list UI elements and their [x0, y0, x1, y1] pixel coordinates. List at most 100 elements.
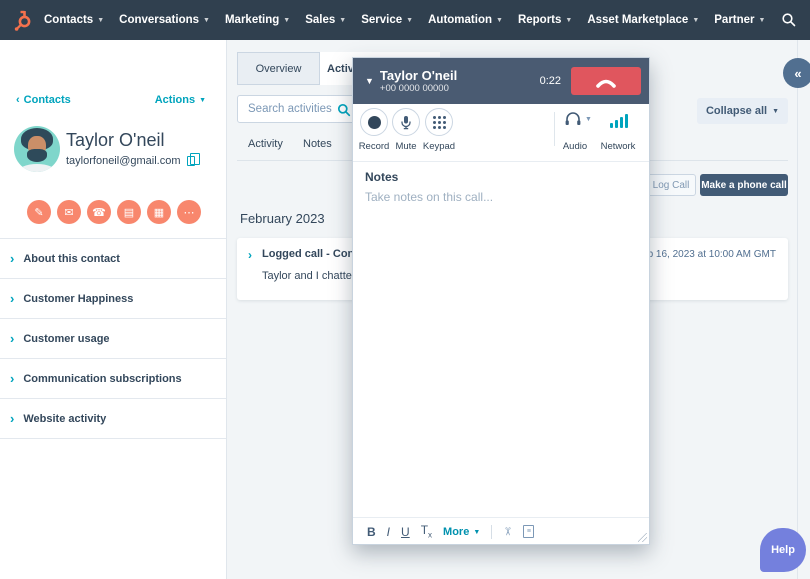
mute-button[interactable] [392, 108, 420, 136]
keypad-icon [433, 116, 436, 119]
clear-formatting-t: T [421, 523, 428, 537]
nav-item-label: Asset Marketplace [587, 14, 688, 26]
caret-down-icon: ▼ [759, 17, 766, 24]
toolbar-divider [491, 525, 492, 539]
caret-down-icon: ▼ [473, 529, 480, 536]
call-widget: ▼ Taylor O'neil +00 0000 00000 0:22 Reco… [352, 57, 650, 545]
call-contact-name: Taylor O'neil [380, 68, 457, 84]
subtab-activity[interactable]: Activity [248, 138, 283, 150]
call-phone-number: +00 0000 00000 [380, 83, 457, 94]
underline-button[interactable]: U [401, 525, 410, 539]
keypad-button[interactable] [425, 108, 453, 136]
italic-button[interactable]: I [387, 525, 390, 539]
nav-item-label: Sales [305, 14, 335, 26]
help-button[interactable]: Help [760, 528, 806, 572]
audio-label: Audio [555, 141, 595, 152]
nav-item-sales[interactable]: Sales▼ [305, 14, 346, 26]
note-icon: ✎ [34, 206, 43, 219]
copy-icon[interactable] [187, 156, 195, 166]
note-button[interactable]: ✎ [27, 200, 51, 224]
section-customer-usage[interactable]: › Customer usage [0, 319, 226, 359]
mute-label: Mute [393, 141, 419, 152]
section-label: Website activity [23, 413, 106, 425]
contact-sidebar: ‹ Contacts Actions ▼ Taylor O'neil taylo… [0, 40, 227, 579]
caret-down-icon[interactable]: ▼ [585, 116, 592, 123]
search-icon[interactable] [337, 103, 351, 122]
network-label: Network [594, 141, 642, 152]
caret-down-icon: ▼ [496, 17, 503, 24]
call-icon: ☎ [92, 206, 106, 219]
contact-name: Taylor O'neil [66, 130, 164, 151]
meeting-button[interactable]: ▦ [147, 200, 171, 224]
log-call-button[interactable]: Log Call [646, 174, 696, 196]
chevron-right-icon: › [10, 292, 14, 305]
contact-avatar [14, 126, 60, 172]
resize-handle[interactable] [638, 533, 647, 542]
more-label: More [443, 526, 469, 538]
snippet-icon[interactable]: ✂ [501, 527, 514, 536]
tab-overview[interactable]: Overview [237, 52, 320, 85]
hang-up-phone-icon [593, 75, 619, 88]
nav-item-asset-marketplace[interactable]: Asset Marketplace ▼ [587, 14, 699, 26]
section-communication-subscriptions[interactable]: › Communication subscriptions [0, 359, 226, 399]
caret-down-icon: ▼ [692, 17, 699, 24]
more-actions-button[interactable]: ⋯ [177, 200, 201, 224]
audio-device-button[interactable] [564, 111, 582, 132]
email-button[interactable]: ✉ [57, 200, 81, 224]
nav-item-label: Partner [714, 14, 754, 26]
contact-email: taylorfoneil@gmail.com [66, 155, 181, 167]
nav-item-service[interactable]: Service▼ [361, 14, 413, 26]
section-label: Communication subscriptions [23, 373, 181, 385]
task-button[interactable]: ▤ [117, 200, 141, 224]
more-formatting-button[interactable]: More ▼ [443, 526, 480, 538]
make-phone-call-button[interactable]: Make a phone call [700, 174, 788, 196]
nav-item-label: Marketing [225, 14, 279, 26]
nav-right-icons: ▼ [780, 9, 810, 31]
email-icon: ✉ [64, 206, 73, 219]
nav-item-automation[interactable]: Automation ▼ [428, 14, 503, 26]
right-panel-edge [797, 40, 798, 579]
search-activities-input[interactable]: Search activities [237, 95, 357, 123]
section-customer-happiness[interactable]: › Customer Happiness [0, 279, 226, 319]
actions-dropdown[interactable]: Actions ▼ [155, 94, 206, 106]
section-website-activity[interactable]: › Website activity [0, 399, 226, 439]
section-label: Customer Happiness [23, 293, 133, 305]
search-icon[interactable] [780, 12, 797, 29]
template-icon[interactable]: ≡ [523, 525, 534, 538]
call-button[interactable]: ☎ [87, 200, 111, 224]
subtab-notes[interactable]: Notes [303, 138, 332, 150]
collapse-right-panel-button[interactable]: « [783, 58, 810, 88]
meeting-icon: ▦ [154, 206, 164, 219]
back-link-label: Contacts [24, 94, 71, 106]
avatar-shirt [17, 164, 57, 172]
nav-item-marketing[interactable]: Marketing▼ [225, 14, 290, 26]
nav-item-label: Reports [518, 14, 561, 26]
chevron-right-icon[interactable]: › [248, 248, 252, 262]
chevron-right-icon: › [10, 252, 14, 265]
hang-up-button[interactable] [571, 67, 641, 95]
nav-item-contacts[interactable]: Contacts▼ [44, 14, 104, 26]
record-button[interactable] [360, 108, 388, 136]
network-quality-icon[interactable] [610, 114, 628, 128]
clear-formatting-button[interactable]: Tx [421, 523, 432, 539]
back-to-contacts-link[interactable]: ‹ Contacts [16, 94, 71, 106]
call-widget-header: ▼ Taylor O'neil +00 0000 00000 0:22 [353, 58, 649, 104]
contact-email-row: taylorfoneil@gmail.com [66, 155, 195, 167]
nav-item-conversations[interactable]: Conversations▼ [119, 14, 210, 26]
task-icon: ▤ [124, 206, 134, 219]
nav-item-partner[interactable]: Partner ▼ [714, 14, 765, 26]
chevron-left-icon: ‹ [16, 94, 20, 106]
hubspot-logo-icon[interactable] [12, 8, 34, 32]
notes-textarea[interactable]: Take notes on this call... [365, 190, 493, 204]
section-label: About this contact [23, 253, 120, 265]
minimize-call-icon[interactable]: ▼ [365, 76, 374, 86]
bold-button[interactable]: B [367, 525, 376, 539]
nav-item-label: Automation [428, 14, 492, 26]
collapse-all-button[interactable]: Collapse all ▼ [697, 98, 788, 124]
section-about-this-contact[interactable]: › About this contact [0, 239, 226, 279]
chevron-right-icon: › [10, 372, 14, 385]
timeline-month-header: February 2023 [240, 211, 325, 226]
clear-formatting-x: x [428, 531, 432, 540]
record-label: Record [354, 141, 394, 152]
nav-item-reports[interactable]: Reports▼ [518, 14, 572, 26]
